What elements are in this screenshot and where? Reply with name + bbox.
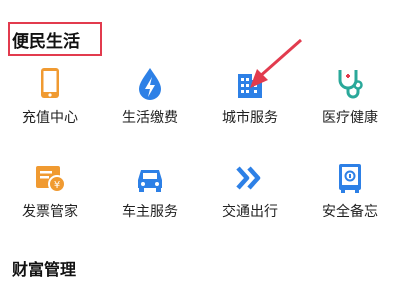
service-label: 生活缴费 (122, 110, 178, 126)
service-label: 城市服务 (222, 110, 278, 126)
service-grid: 充值中心 生活缴费 城市服务 医疗健康 ¥ 发票管家 车主服务 交通出行 安全备… (0, 62, 400, 262)
city-building-icon (232, 66, 268, 102)
water-bolt-icon (132, 66, 168, 102)
service-utilities[interactable]: 生活缴费 (100, 62, 200, 148)
service-label: 充值中心 (22, 110, 78, 126)
stethoscope-icon (332, 66, 368, 102)
service-label: 车主服务 (122, 204, 178, 220)
service-recharge[interactable]: 充值中心 (0, 62, 100, 148)
safe-icon (332, 160, 368, 196)
car-icon (132, 160, 168, 196)
service-safe-memo[interactable]: 安全备忘 (300, 156, 400, 242)
service-label: 安全备忘 (322, 204, 378, 220)
svg-text:¥: ¥ (54, 180, 60, 191)
service-label: 医疗健康 (322, 110, 378, 126)
service-label: 发票管家 (22, 204, 78, 220)
service-label: 交通出行 (222, 204, 278, 220)
service-car-owner[interactable]: 车主服务 (100, 156, 200, 242)
finance-section-title: 财富管理 (12, 260, 77, 279)
phone-icon (32, 66, 68, 102)
service-transport[interactable]: 交通出行 (200, 156, 300, 242)
service-medical[interactable]: 医疗健康 (300, 62, 400, 148)
invoice-icon: ¥ (32, 160, 68, 196)
service-city[interactable]: 城市服务 (200, 62, 300, 148)
section-title: 便民生活 (12, 32, 80, 52)
service-invoice[interactable]: ¥ 发票管家 (0, 156, 100, 242)
forward-arrows-icon (232, 160, 268, 196)
